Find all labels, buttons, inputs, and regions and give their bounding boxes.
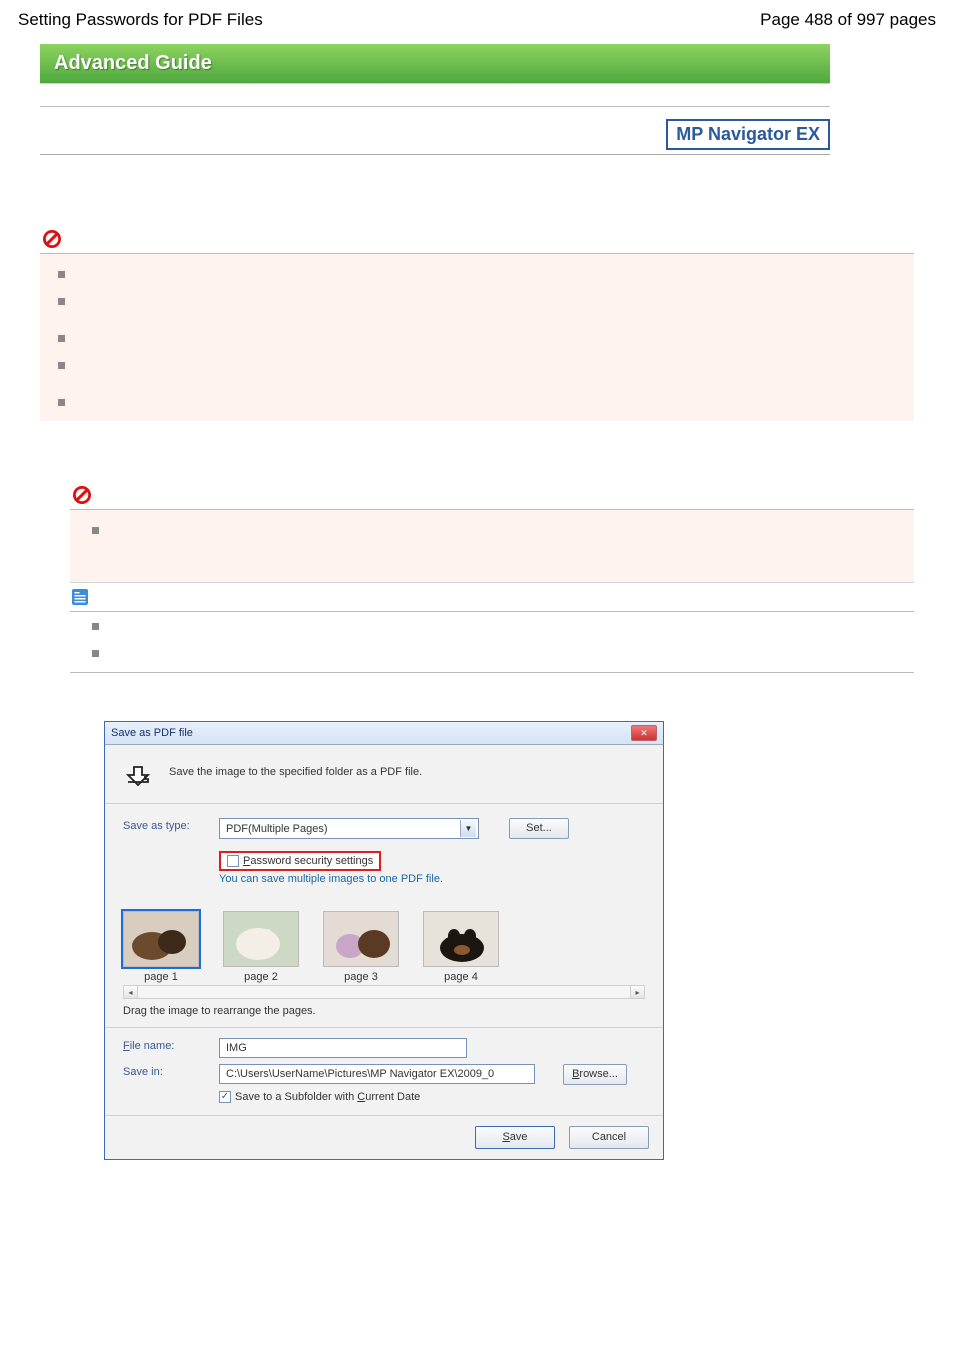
bullet-icon: [58, 362, 65, 369]
page-thumb-1[interactable]: page 1: [123, 911, 199, 983]
page-thumb-2[interactable]: page 2: [223, 911, 299, 983]
list-item: [58, 324, 910, 351]
set-button[interactable]: Set...: [509, 818, 569, 839]
save-as-type-dropdown[interactable]: PDF(Multiple Pages) ▼: [219, 818, 479, 839]
prohibit-icon: [42, 229, 62, 249]
save-in-label: Save in:: [123, 1064, 219, 1078]
bullet-icon: [92, 623, 99, 630]
thumbnail-scrollbar[interactable]: ◂ ▸: [123, 985, 645, 999]
bullet-icon: [92, 650, 99, 657]
page-thumb-4[interactable]: page 4: [423, 911, 499, 983]
thumbnail-image: [423, 911, 499, 967]
bullet-icon: [92, 527, 99, 534]
cancel-button[interactable]: Cancel: [569, 1126, 649, 1149]
save-type-section: Save as type: PDF(Multiple Pages) ▼ Set.…: [105, 804, 663, 889]
save-button[interactable]: Save: [475, 1126, 555, 1149]
dialog-title: Save as PDF file: [111, 727, 193, 739]
mpnav-row: MP Navigator EX: [40, 119, 830, 150]
step-important-body: [70, 510, 914, 582]
important-body: [40, 254, 914, 421]
prohibit-icon: [72, 485, 92, 505]
subfolder-row: ✓ Save to a Subfolder with Current Date: [219, 1091, 645, 1103]
bullet-icon: [58, 271, 65, 278]
thumbnail-strip: page 1 page 2 page 3: [105, 889, 663, 983]
save-as-type-label: Save as type:: [123, 818, 219, 832]
memo-header: [70, 582, 914, 612]
password-checkbox[interactable]: [227, 855, 239, 867]
list-item: [58, 388, 910, 415]
mp-navigator-badge: MP Navigator EX: [666, 119, 830, 150]
important-note: [40, 225, 914, 421]
thumb-label: page 4: [423, 971, 499, 983]
bullet-icon: [58, 298, 65, 305]
divider: [40, 154, 830, 155]
thumb-label: page 1: [123, 971, 199, 983]
save-pdf-dialog: Save as PDF file ✕ Save the image to the…: [104, 721, 664, 1160]
browse-button[interactable]: Browse...: [563, 1064, 627, 1085]
save-arrow-icon: [121, 755, 155, 789]
scroll-right-icon[interactable]: ▸: [630, 986, 644, 998]
bullet-icon: [58, 399, 65, 406]
divider: [40, 106, 830, 107]
page-counter: Page 488 of 997 pages: [760, 10, 936, 30]
list-item: [58, 287, 910, 314]
file-name-input[interactable]: IMG: [219, 1038, 467, 1058]
page-thumb-3[interactable]: page 3: [323, 911, 399, 983]
list-item: [58, 351, 910, 378]
drag-hint: Drag the image to rearrange the pages.: [105, 999, 663, 1027]
step-block: [70, 481, 914, 673]
save-in-path: C:\Users\UserName\Pictures\MP Navigator …: [219, 1064, 535, 1084]
thumbnail-image: [223, 911, 299, 967]
list-item: [92, 612, 914, 639]
bullet-icon: [58, 335, 65, 342]
chevron-down-icon: ▼: [460, 820, 476, 837]
advanced-guide-banner: Advanced Guide: [40, 44, 830, 84]
page-header: Setting Passwords for PDF Files Page 488…: [0, 0, 954, 44]
content: Advanced Guide MP Navigator EX: [0, 44, 954, 1190]
thumbnail-image: [123, 911, 199, 967]
dialog-footer: Save Cancel: [105, 1115, 663, 1159]
dialog-header-row: Save the image to the specified folder a…: [105, 745, 663, 804]
step-important-header: [70, 481, 914, 510]
file-name-label: File name:: [123, 1038, 219, 1052]
thumbnail-image: [323, 911, 399, 967]
thumb-label: page 2: [223, 971, 299, 983]
subfolder-label: Save to a Subfolder with Current Date: [235, 1091, 420, 1103]
scroll-left-icon[interactable]: ◂: [124, 986, 138, 998]
list-item: [58, 260, 910, 287]
multiple-images-hint: You can save multiple images to one PDF …: [219, 873, 645, 885]
list-item: [92, 639, 914, 666]
dialog-titlebar: Save as PDF file ✕: [105, 722, 663, 745]
thumb-label: page 3: [323, 971, 399, 983]
important-header: [40, 225, 914, 254]
save-as-type-value: PDF(Multiple Pages): [226, 823, 327, 835]
subfolder-checkbox[interactable]: ✓: [219, 1091, 231, 1103]
password-checkbox-label: Password security settings: [243, 855, 373, 867]
dialog-screenshot: Save as PDF file ✕ Save the image to the…: [104, 721, 664, 1160]
window-controls: ✕: [629, 725, 657, 741]
divider: [70, 672, 914, 673]
save-section: File name: IMG Save in: C:\Users\UserNam…: [105, 1027, 663, 1115]
close-button[interactable]: ✕: [631, 725, 657, 741]
memo-body: [70, 612, 914, 672]
note-icon: [70, 587, 90, 607]
doc-section-title: Setting Passwords for PDF Files: [18, 10, 263, 30]
dialog-header-text: Save the image to the specified folder a…: [169, 766, 422, 778]
password-security-highlight: Password security settings: [219, 851, 381, 871]
